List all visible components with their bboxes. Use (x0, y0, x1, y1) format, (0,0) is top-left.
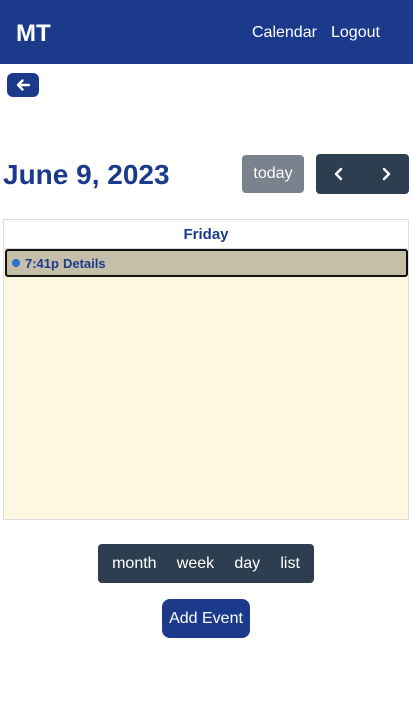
prev-next-group (316, 154, 409, 194)
nav-link-logout[interactable]: Logout (331, 22, 380, 44)
view-week-button[interactable]: week (174, 555, 217, 573)
chevron-right-icon (382, 167, 390, 181)
chevron-left-icon (335, 167, 343, 181)
calendar-title: June 9, 2023 (3, 159, 170, 190)
day-cell[interactable]: 7:41p Details (4, 249, 408, 519)
event-time: 7:41p (25, 255, 59, 271)
view-month-button[interactable]: month (109, 555, 159, 573)
arrow-left-icon (16, 79, 31, 91)
back-button[interactable] (7, 73, 39, 97)
nav-link-calendar[interactable]: Calendar (252, 22, 317, 44)
add-event-button[interactable]: Add Event (162, 599, 250, 638)
event-dot-icon (12, 259, 20, 267)
next-button[interactable] (363, 154, 410, 194)
view-day-button[interactable]: day (231, 555, 263, 573)
calendar-day-view: Friday 7:41p Details (3, 219, 409, 520)
view-switcher: month week day list (98, 544, 314, 583)
event-title: Details (62, 255, 106, 271)
prev-button[interactable] (316, 154, 363, 194)
today-button[interactable]: today (242, 155, 304, 193)
calendar-event[interactable]: 7:41p Details (5, 249, 408, 277)
view-list-button[interactable]: list (277, 555, 303, 573)
brand-logo[interactable]: MT (16, 19, 51, 49)
navbar: MT Calendar Logout (0, 0, 413, 64)
day-header: Friday (4, 220, 408, 249)
